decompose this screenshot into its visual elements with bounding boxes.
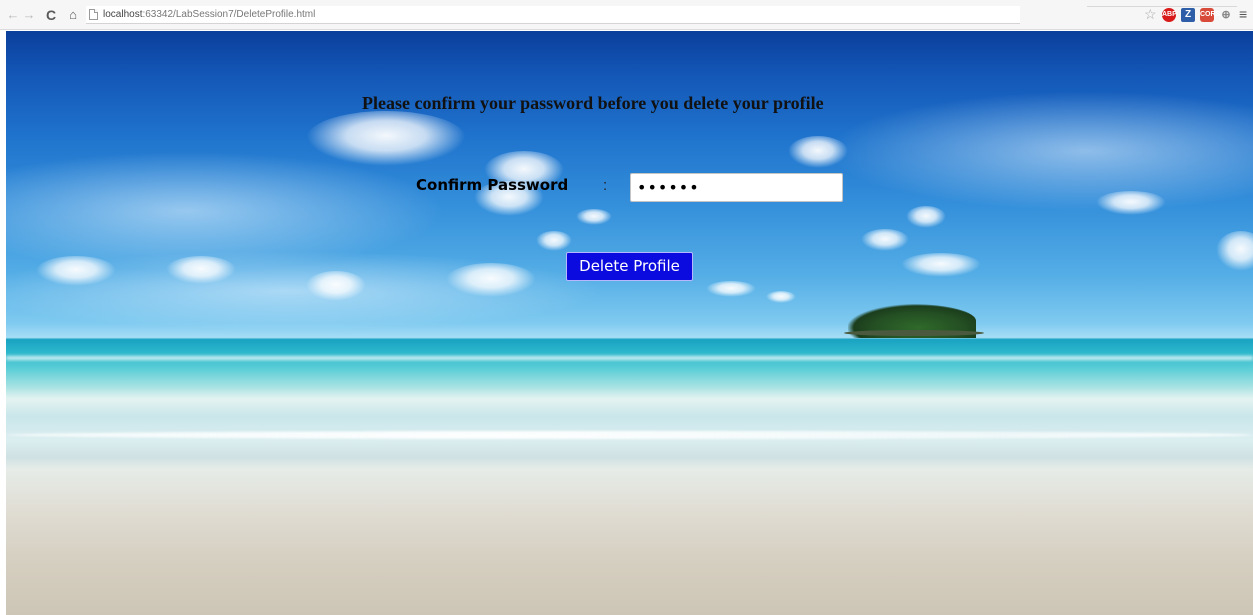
url-text[interactable]: localhost:63342/LabSession7/DeleteProfil… [103,8,315,21]
shore-foam [6,431,1253,439]
cloud [766,291,796,303]
extension-icons: ABP Z CORS ⊕ [1162,8,1233,22]
page-icon [89,9,98,20]
cloud [306,271,366,301]
wave-line [6,356,1253,360]
cors-extension-icon[interactable]: CORS [1200,8,1220,22]
url-host: localhost [103,9,143,20]
page-viewport: Please confirm your password before you … [6,31,1253,615]
url-path: :63342/LabSession7/DeleteProfile.html [142,9,316,20]
cloud [576,209,612,225]
adblock-extension-icon[interactable]: ABP [1162,8,1177,22]
delete-profile-button[interactable]: Delete Profile [566,252,693,281]
cloud [788,136,848,168]
z-extension-icon[interactable]: Z [1181,8,1195,22]
label-colon: : [603,177,608,194]
address-bar[interactable]: localhost:63342/LabSession7/DeleteProfil… [86,6,1020,24]
browser-menu-icon[interactable]: ≡ [1239,6,1247,22]
cloud [306,111,466,166]
bookmark-star-icon[interactable]: ☆ [1144,6,1157,22]
cloud [166,256,236,284]
back-icon[interactable]: ← [6,7,20,23]
cloud [901,253,981,277]
extension-puzzle-icon[interactable]: ⊕ [1219,8,1233,22]
cloud [706,281,756,297]
cloud [906,206,946,228]
island-base [844,330,984,336]
confirm-password-label: Confirm Password [416,176,569,194]
cloud [36,256,116,286]
reload-icon[interactable]: C [44,7,58,23]
toolbar-divider [1087,6,1237,7]
cloud [536,231,572,251]
cloud [861,229,909,251]
forward-icon[interactable]: → [22,7,36,23]
confirm-password-input[interactable] [630,173,843,202]
cloud [1216,231,1253,271]
cloud [446,263,536,297]
home-icon[interactable]: ⌂ [66,7,80,23]
browser-toolbar: ← → C ⌂ localhost:63342/LabSession7/Dele… [0,0,1253,30]
cloud [1096,191,1166,215]
page-title: Please confirm your password before you … [362,93,824,113]
